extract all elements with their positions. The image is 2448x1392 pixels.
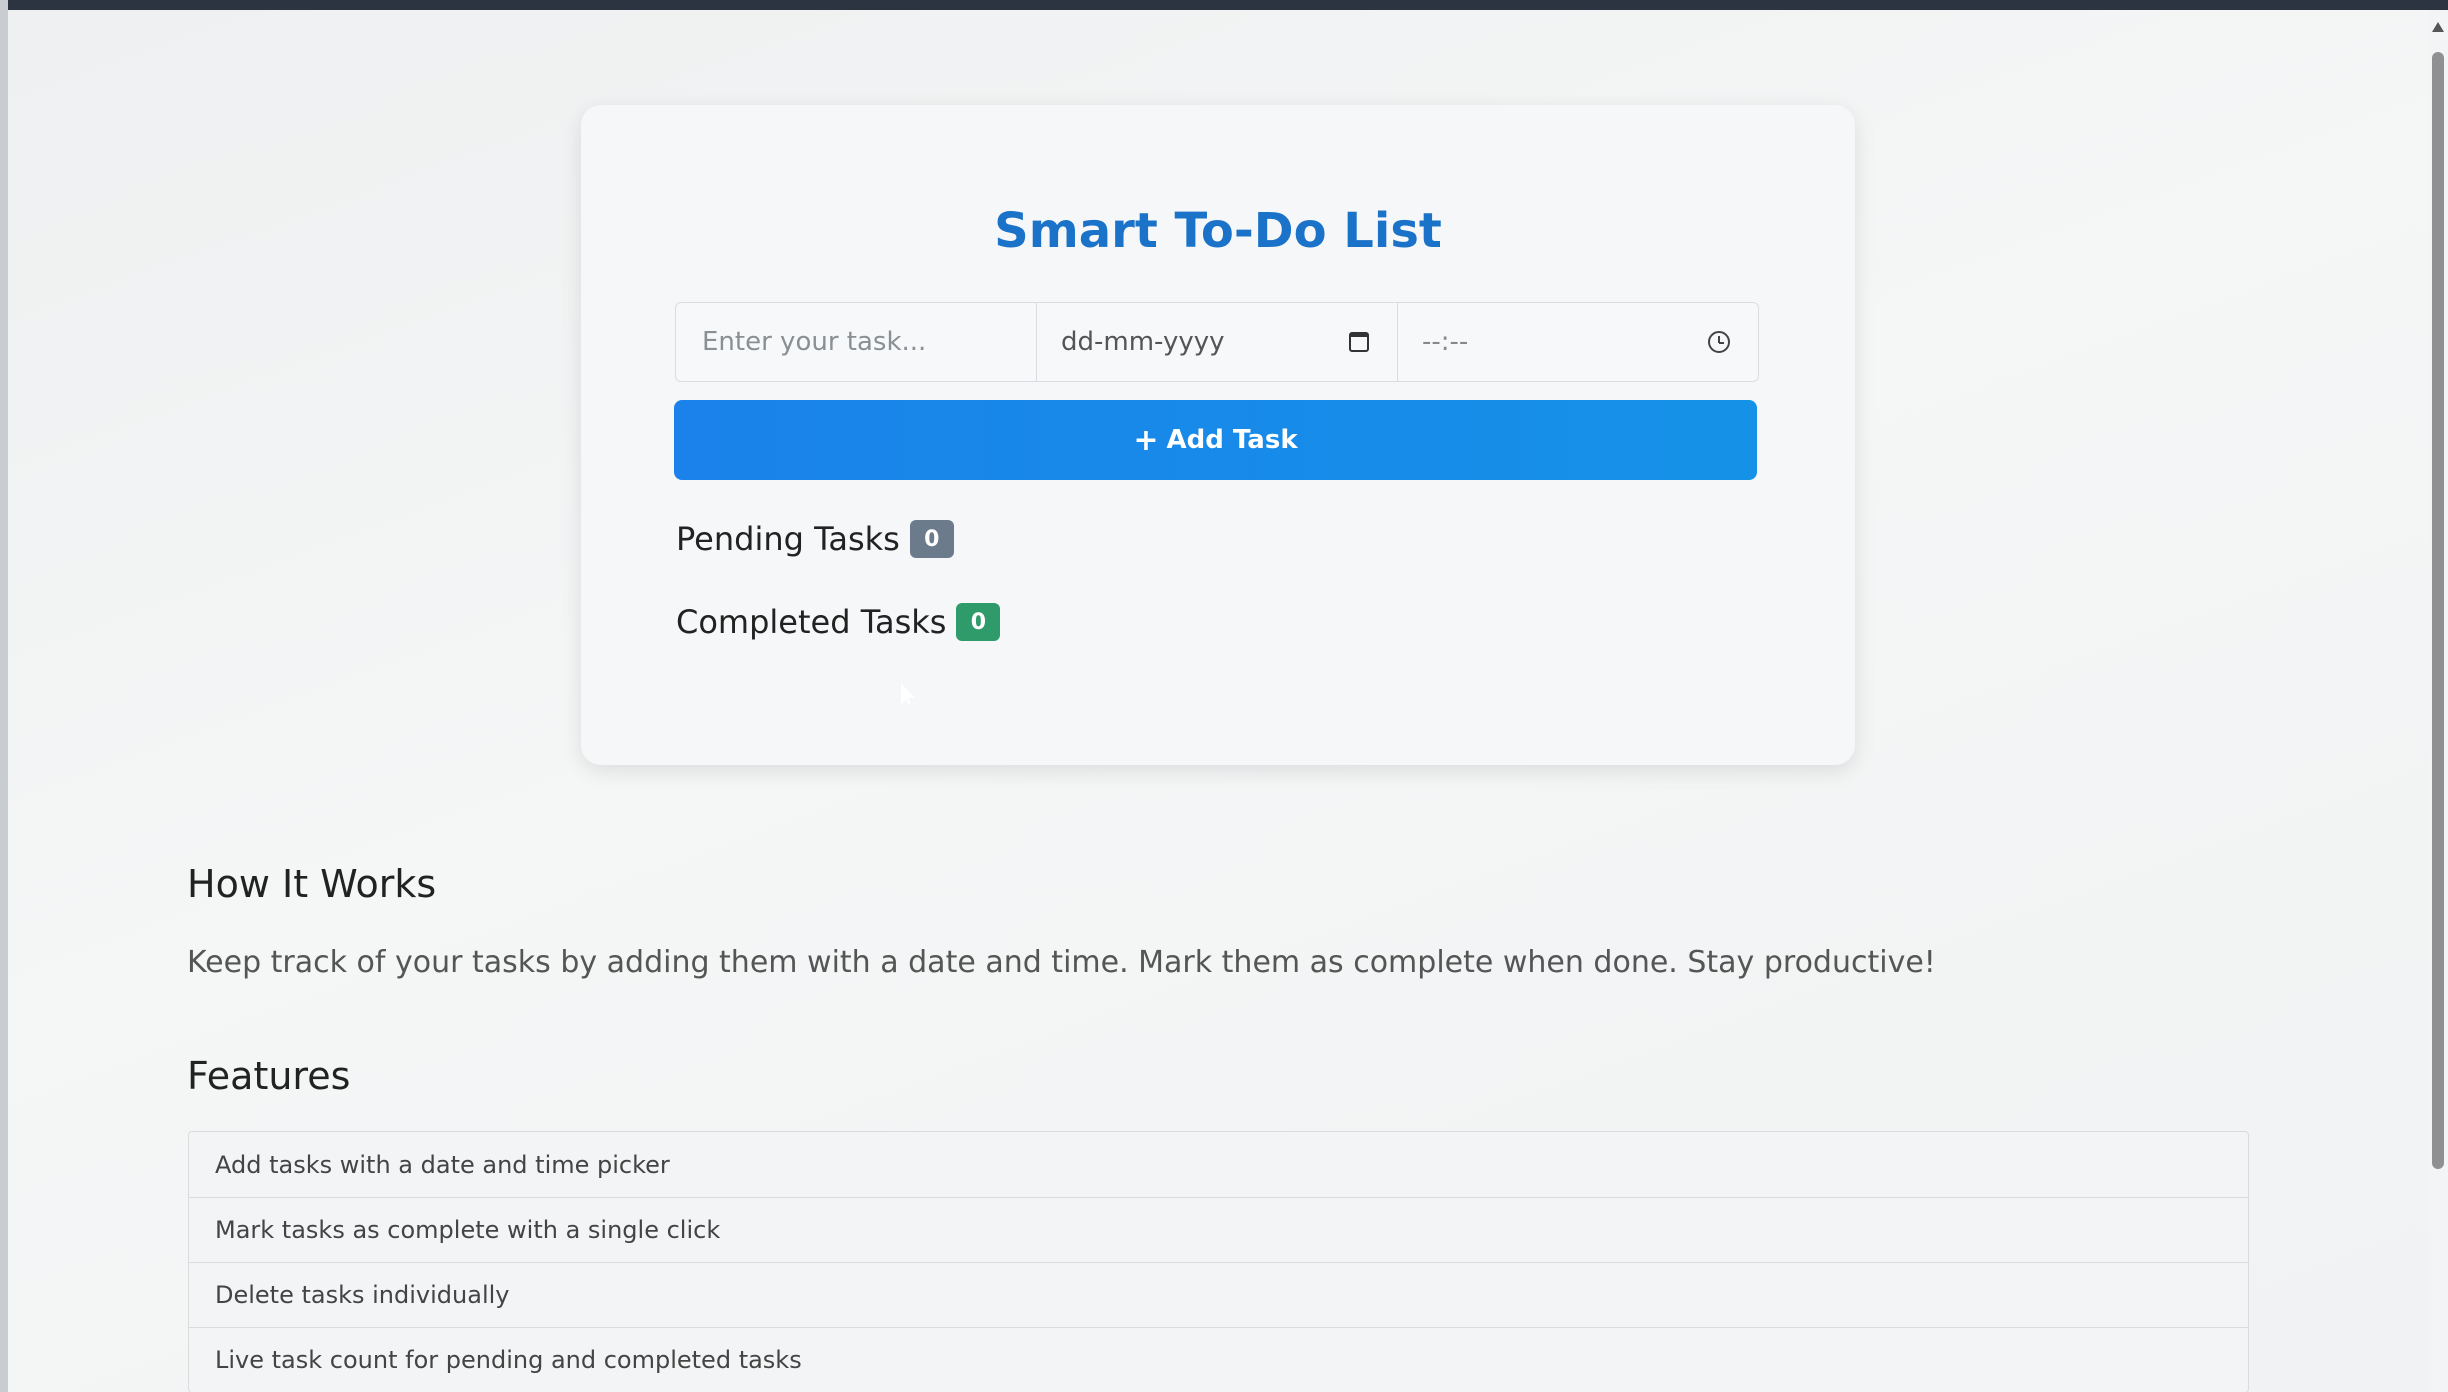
add-task-button[interactable]: + Add Task <box>674 400 1757 480</box>
pending-tasks-label: Pending Tasks <box>676 520 900 558</box>
todo-card: Smart To-Do List dd-mm-yyyy --:-- + Add … <box>581 105 1855 765</box>
app-title: Smart To-Do List <box>994 203 1442 259</box>
vertical-scrollbar[interactable] <box>2428 10 2448 1392</box>
task-input-group: dd-mm-yyyy --:-- <box>675 302 1759 382</box>
list-item: Live task count for pending and complete… <box>189 1327 2248 1392</box>
calendar-icon[interactable] <box>1349 332 1369 352</box>
window-top-edge <box>0 0 2448 10</box>
window-left-edge <box>0 0 8 1392</box>
plus-icon: + <box>1133 422 1159 458</box>
task-field[interactable] <box>676 303 1036 381</box>
features-list: Add tasks with a date and time picker Ma… <box>188 1131 2249 1392</box>
scroll-up-arrow-icon[interactable] <box>2432 22 2444 32</box>
scroll-thumb[interactable] <box>2432 52 2444 1169</box>
pending-tasks-heading: Pending Tasks 0 <box>676 520 954 558</box>
time-field[interactable]: --:-- <box>1397 303 1758 381</box>
how-it-works-title: How It Works <box>187 862 437 906</box>
browser-viewport: Smart To-Do List dd-mm-yyyy --:-- + Add … <box>0 0 2448 1392</box>
list-item: Mark tasks as complete with a single cli… <box>189 1197 2248 1262</box>
completed-count-badge: 0 <box>956 603 1001 641</box>
pending-count-badge: 0 <box>909 520 954 558</box>
date-field[interactable]: dd-mm-yyyy <box>1036 303 1397 381</box>
add-task-label: Add Task <box>1166 425 1298 455</box>
completed-tasks-heading: Completed Tasks 0 <box>676 603 1001 641</box>
how-it-works-text: Keep track of your tasks by adding them … <box>187 945 1936 980</box>
task-input[interactable] <box>700 326 1004 358</box>
clock-icon[interactable] <box>1708 331 1730 353</box>
time-input[interactable]: --:-- <box>1422 327 1468 357</box>
date-input[interactable]: dd-mm-yyyy <box>1061 327 1225 357</box>
completed-tasks-label: Completed Tasks <box>676 603 947 641</box>
list-item: Delete tasks individually <box>189 1262 2248 1327</box>
list-item: Add tasks with a date and time picker <box>215 1150 670 1179</box>
features-title: Features <box>187 1054 351 1098</box>
